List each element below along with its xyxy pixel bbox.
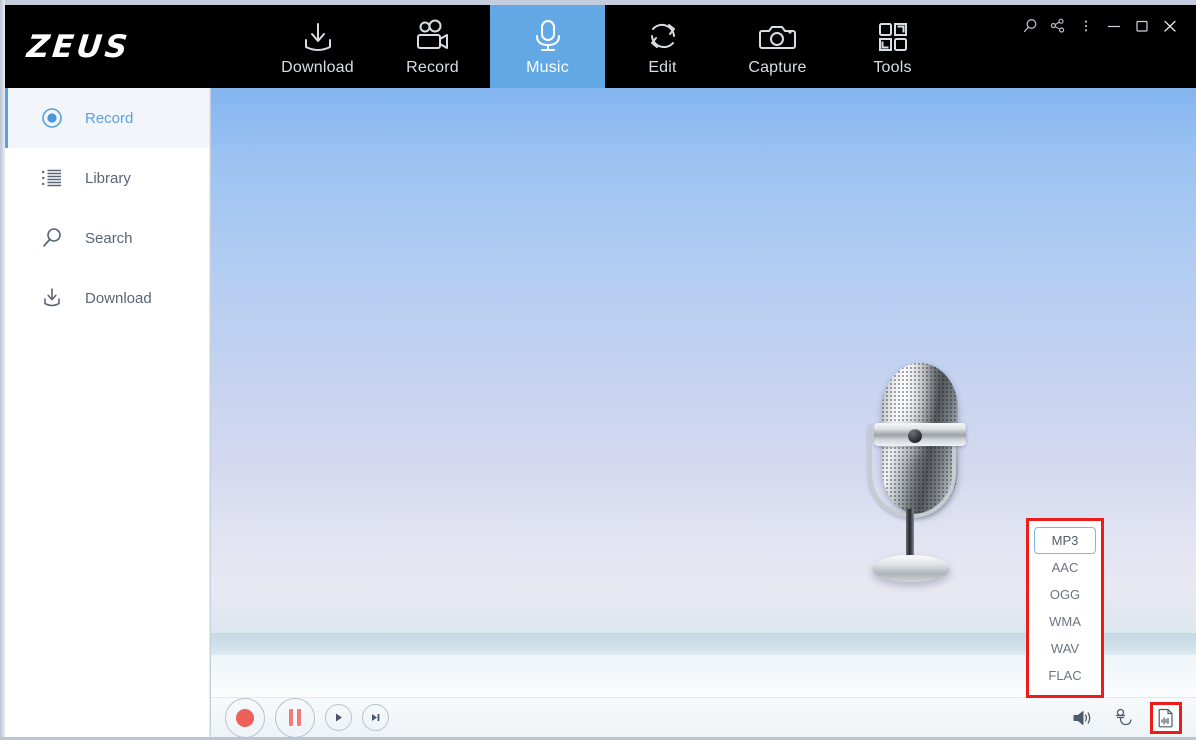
magnifier-icon bbox=[41, 227, 63, 249]
vintage-microphone-illustration bbox=[863, 363, 966, 588]
speaker-volume-icon[interactable] bbox=[1070, 705, 1096, 731]
maximize-icon[interactable] bbox=[1128, 13, 1156, 39]
output-format-button[interactable] bbox=[1150, 701, 1182, 734]
sidebar-item-search[interactable]: Search bbox=[5, 208, 209, 268]
microphone-input-icon[interactable] bbox=[1110, 705, 1136, 731]
play-icon bbox=[336, 713, 342, 722]
minimize-icon[interactable] bbox=[1100, 13, 1128, 39]
play-button[interactable] bbox=[325, 704, 352, 731]
refresh-arrows-icon bbox=[643, 16, 683, 56]
next-button[interactable] bbox=[362, 704, 389, 731]
microphone-base bbox=[872, 555, 950, 582]
application-window: ZEUS Download Record Music Edit Capture … bbox=[0, 0, 1196, 740]
download-icon bbox=[41, 287, 63, 309]
tab-tools-label: Tools bbox=[873, 59, 912, 76]
output-format-option-list: MP3 AAC OGG WMA WAV FLAC bbox=[1029, 521, 1101, 695]
record-dot-icon bbox=[236, 708, 254, 727]
more-menu-icon[interactable] bbox=[1072, 13, 1100, 39]
sidebar-item-record[interactable]: Record bbox=[5, 88, 209, 148]
bottom-control-bar bbox=[211, 697, 1196, 738]
format-option-aac[interactable]: AAC bbox=[1034, 554, 1096, 581]
format-option-wma[interactable]: WMA bbox=[1034, 608, 1096, 635]
tab-record-label: Record bbox=[406, 59, 459, 76]
tab-download-label: Download bbox=[281, 59, 354, 76]
sidebar-item-download-label: Download bbox=[85, 289, 152, 307]
next-track-icon bbox=[372, 714, 380, 721]
tab-music-label: Music bbox=[526, 59, 569, 76]
pause-icon bbox=[289, 709, 301, 726]
microphone-icon bbox=[530, 16, 566, 56]
list-icon bbox=[41, 168, 63, 188]
video-camera-icon bbox=[412, 16, 454, 56]
tab-music[interactable]: Music bbox=[490, 5, 605, 88]
main-nav-tabs: Download Record Music Edit Capture Tools bbox=[260, 5, 950, 88]
bottom-right-tools bbox=[1070, 701, 1182, 734]
sidebar-item-download[interactable]: Download bbox=[5, 268, 209, 328]
output-format-dropdown[interactable]: MP3 AAC OGG WMA WAV FLAC bbox=[1026, 518, 1104, 698]
record-circle-icon bbox=[41, 107, 63, 129]
sidebar-item-library-label: Library bbox=[85, 169, 131, 187]
sidebar-item-library[interactable]: Library bbox=[5, 148, 209, 208]
format-option-ogg[interactable]: OGG bbox=[1034, 581, 1096, 608]
app-logo: ZEUS bbox=[5, 5, 260, 88]
sidebar-item-search-label: Search bbox=[85, 229, 133, 247]
app-header: ZEUS Download Record Music Edit Capture … bbox=[5, 5, 1196, 88]
tab-edit[interactable]: Edit bbox=[605, 5, 720, 88]
record-button[interactable] bbox=[225, 697, 265, 738]
app-logo-text: ZEUS bbox=[25, 28, 133, 65]
microphone-knob bbox=[908, 429, 922, 443]
format-option-mp3[interactable]: MP3 bbox=[1034, 527, 1096, 554]
tab-capture[interactable]: Capture bbox=[720, 5, 835, 88]
tab-record[interactable]: Record bbox=[375, 5, 490, 88]
share-icon[interactable] bbox=[1044, 13, 1072, 39]
audio-file-icon bbox=[1158, 708, 1173, 727]
camera-icon bbox=[757, 16, 799, 56]
download-tray-icon bbox=[298, 16, 338, 56]
tab-capture-label: Capture bbox=[748, 59, 807, 76]
sidebar-item-record-label: Record bbox=[85, 109, 134, 127]
sidebar: Record Library Search Download bbox=[5, 88, 210, 737]
window-controls bbox=[1016, 5, 1196, 88]
transport-controls bbox=[225, 697, 389, 738]
pause-button[interactable] bbox=[275, 697, 315, 738]
close-icon[interactable] bbox=[1156, 13, 1184, 39]
search-icon[interactable] bbox=[1016, 13, 1044, 39]
format-option-flac[interactable]: FLAC bbox=[1034, 662, 1096, 689]
format-option-wav[interactable]: WAV bbox=[1034, 635, 1096, 662]
tab-download[interactable]: Download bbox=[260, 5, 375, 88]
grid-squares-icon bbox=[873, 16, 913, 56]
tab-tools[interactable]: Tools bbox=[835, 5, 950, 88]
tab-edit-label: Edit bbox=[648, 59, 677, 76]
